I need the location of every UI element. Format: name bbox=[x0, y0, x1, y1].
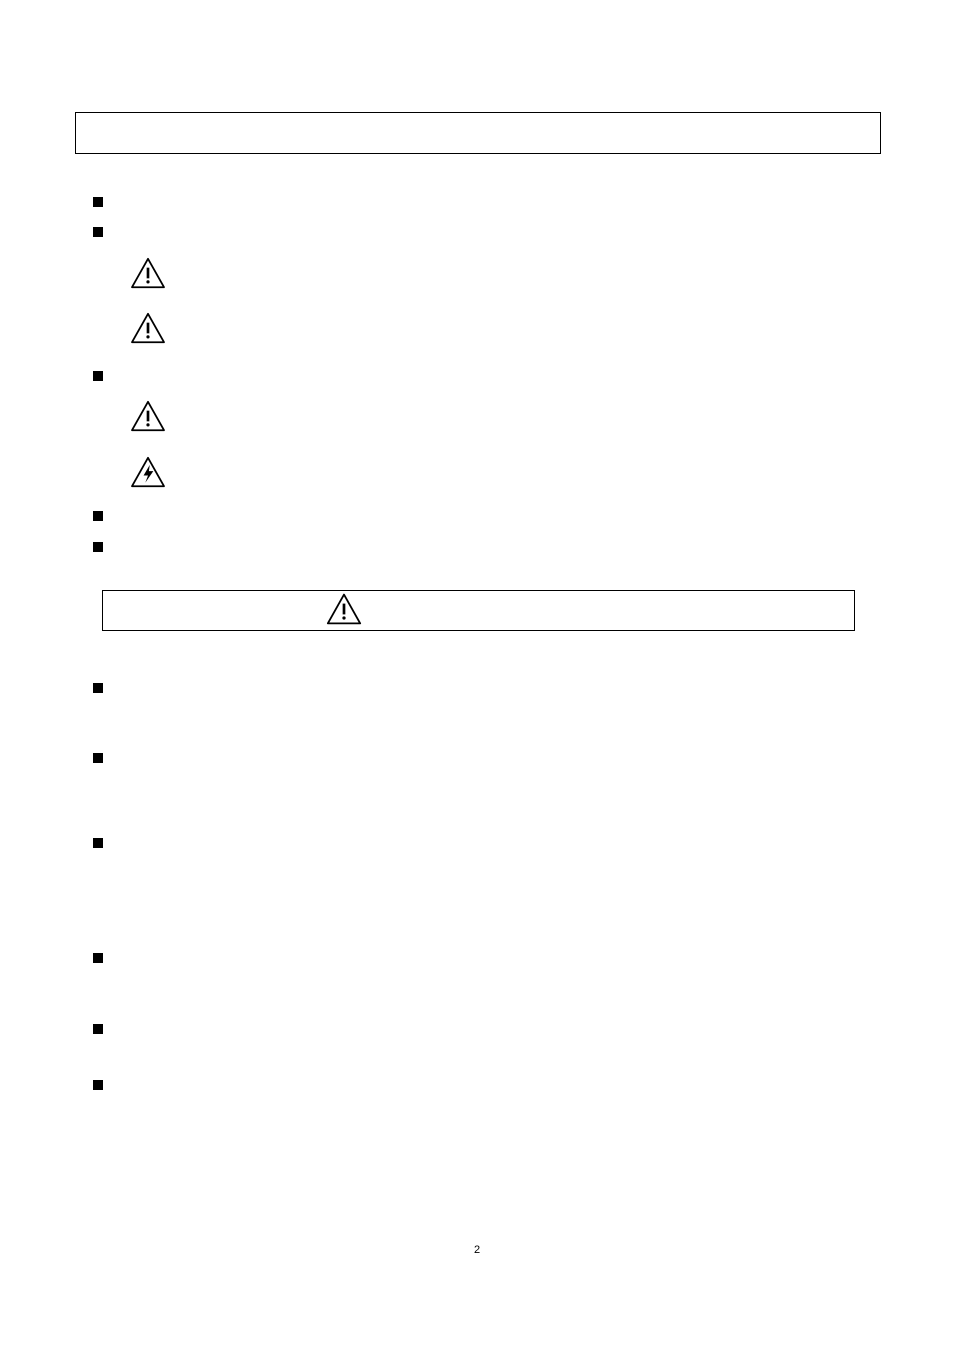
triangle-exclaim-icon bbox=[130, 312, 166, 344]
bullet-square bbox=[93, 953, 103, 963]
bullet-square bbox=[93, 197, 103, 207]
bullet-square bbox=[93, 753, 103, 763]
bullet-square bbox=[93, 511, 103, 521]
warning-box bbox=[102, 590, 855, 631]
triangle-bolt-icon bbox=[130, 456, 166, 488]
top-box bbox=[75, 112, 881, 154]
bullet-square bbox=[93, 371, 103, 381]
page-number: 2 bbox=[474, 1244, 480, 1256]
bullet-square bbox=[93, 227, 103, 237]
bullet-square bbox=[93, 1080, 103, 1090]
bullet-square bbox=[93, 1024, 103, 1034]
bullet-square bbox=[93, 542, 103, 552]
bullet-square bbox=[93, 683, 103, 693]
triangle-exclaim-icon bbox=[130, 257, 166, 289]
warning-triangle-icon bbox=[326, 592, 362, 626]
triangle-exclaim-icon bbox=[130, 400, 166, 432]
bullet-square bbox=[93, 838, 103, 848]
